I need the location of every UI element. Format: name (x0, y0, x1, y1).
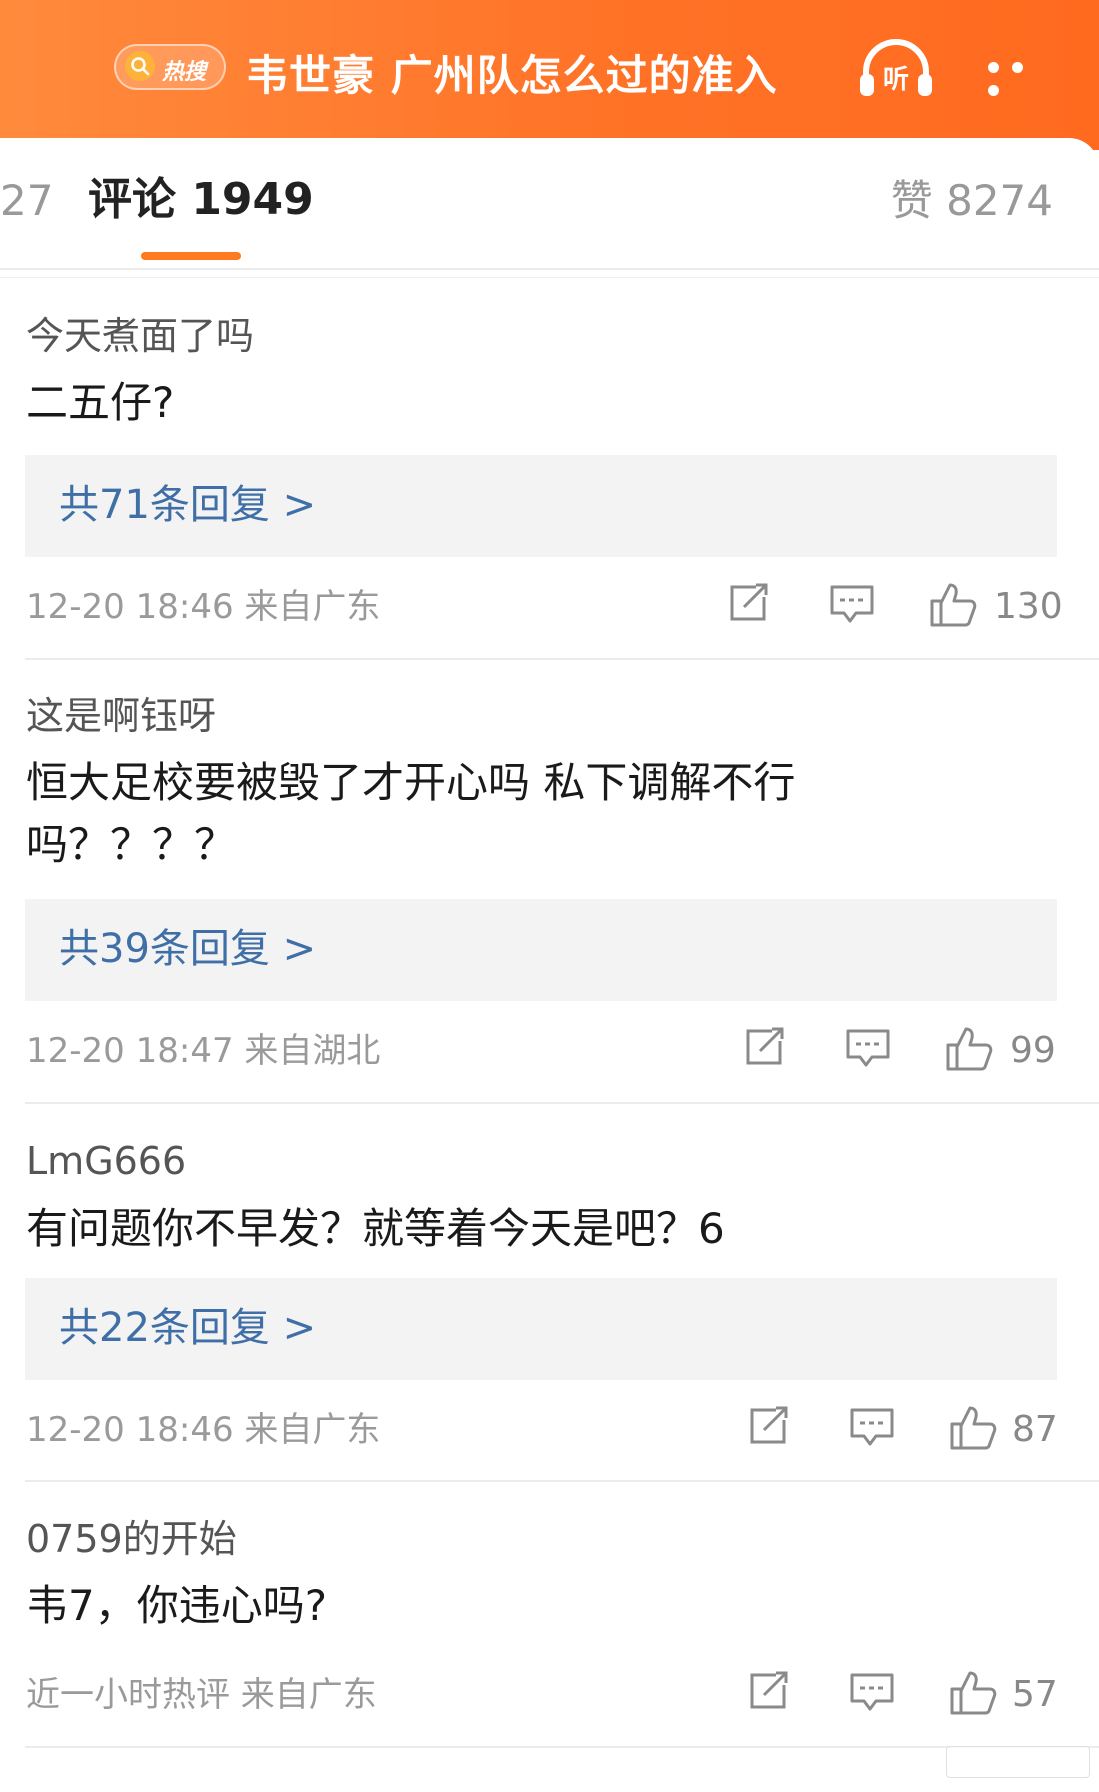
tab-divider-secondary (0, 277, 1099, 278)
like-count: 130 (994, 586, 1063, 627)
tab-divider (0, 268, 1099, 270)
listen-label: 听 (883, 65, 909, 95)
comment-actions: 87 (746, 1404, 1058, 1454)
comment-meta: 12-20 18:46 来自广东 (26, 587, 381, 627)
comment-username[interactable]: 0759的开始 (26, 1520, 237, 1558)
comment-icon[interactable] (848, 1404, 896, 1448)
like-count: 99 (1010, 1030, 1056, 1071)
comment-meta: 近一小时热评 来自广东 (26, 1675, 377, 1715)
repost-icon[interactable] (726, 581, 774, 625)
comment-icon[interactable] (828, 581, 876, 625)
comment-text: 有问题你不早发？就等着今天是吧？6 (26, 1204, 725, 1253)
comment-actions: 57 (746, 1669, 1058, 1719)
like-count: 87 (1012, 1409, 1058, 1450)
comment-text: 韦7，你违心吗? (26, 1581, 328, 1630)
hot-badge-label: 热搜 (162, 60, 207, 85)
more-icon (988, 54, 1058, 100)
tab-likes[interactable]: 赞 8274 (891, 180, 1053, 222)
comment-username[interactable]: 这是啊钰呀 (26, 697, 216, 735)
comment-separator (25, 658, 1099, 660)
replies-link-label: 共39条回复 > (59, 926, 317, 972)
hot-search-badge[interactable]: 热搜 (114, 44, 226, 90)
comment-separator (25, 1102, 1099, 1104)
hot-topic-title[interactable]: 韦世豪 广州队怎么过的准入 (246, 42, 778, 103)
comment-text: 二五仔? (26, 378, 175, 427)
more-button[interactable] (988, 54, 1058, 96)
replies-link[interactable]: 共22条回复 > (25, 1278, 1057, 1380)
replies-link-label: 共22条回复 > (59, 1305, 317, 1351)
thumbs-up-icon[interactable] (944, 1025, 994, 1073)
repost-icon[interactable] (746, 1404, 794, 1448)
comment-username[interactable]: LmG666 (26, 1142, 186, 1180)
comment-separator (25, 1746, 1099, 1748)
comment-icon[interactable] (844, 1025, 892, 1069)
repost-icon[interactable] (742, 1025, 790, 1069)
search-icon (125, 51, 155, 81)
thumbs-up-icon[interactable] (948, 1404, 998, 1452)
comment-meta: 12-20 18:47 来自湖北 (26, 1031, 381, 1071)
tab-comments[interactable]: 评论 1949 (88, 178, 314, 222)
replies-link[interactable]: 共71条回复 > (25, 455, 1057, 557)
comment-actions: 130 (726, 581, 1063, 631)
thumbs-up-icon[interactable] (928, 581, 978, 629)
watermark (946, 1746, 1090, 1778)
repost-icon[interactable] (746, 1669, 794, 1713)
like-count: 57 (1012, 1674, 1058, 1715)
comment-separator (25, 1480, 1099, 1482)
tab-reposts-partial[interactable]: 27 (0, 180, 53, 222)
comment-text: 恒大足校要被毁了才开心吗 私下调解不行吗？？？？ (26, 758, 796, 869)
thumbs-up-icon[interactable] (948, 1669, 998, 1717)
replies-link[interactable]: 共39条回复 > (25, 899, 1057, 1001)
hot-search-banner: 热搜 韦世豪 广州队怎么过的准入 听 (0, 0, 1099, 150)
headphones-icon: 听 (860, 39, 932, 96)
comment-meta: 12-20 18:46 来自广东 (26, 1410, 381, 1450)
listen-button[interactable]: 听 (856, 38, 936, 100)
replies-link-label: 共71条回复 > (59, 482, 317, 528)
comment-username[interactable]: 今天煮面了吗 (26, 317, 254, 355)
comment-actions: 99 (742, 1025, 1056, 1075)
active-tab-indicator (141, 252, 241, 260)
comment-icon[interactable] (848, 1669, 896, 1713)
